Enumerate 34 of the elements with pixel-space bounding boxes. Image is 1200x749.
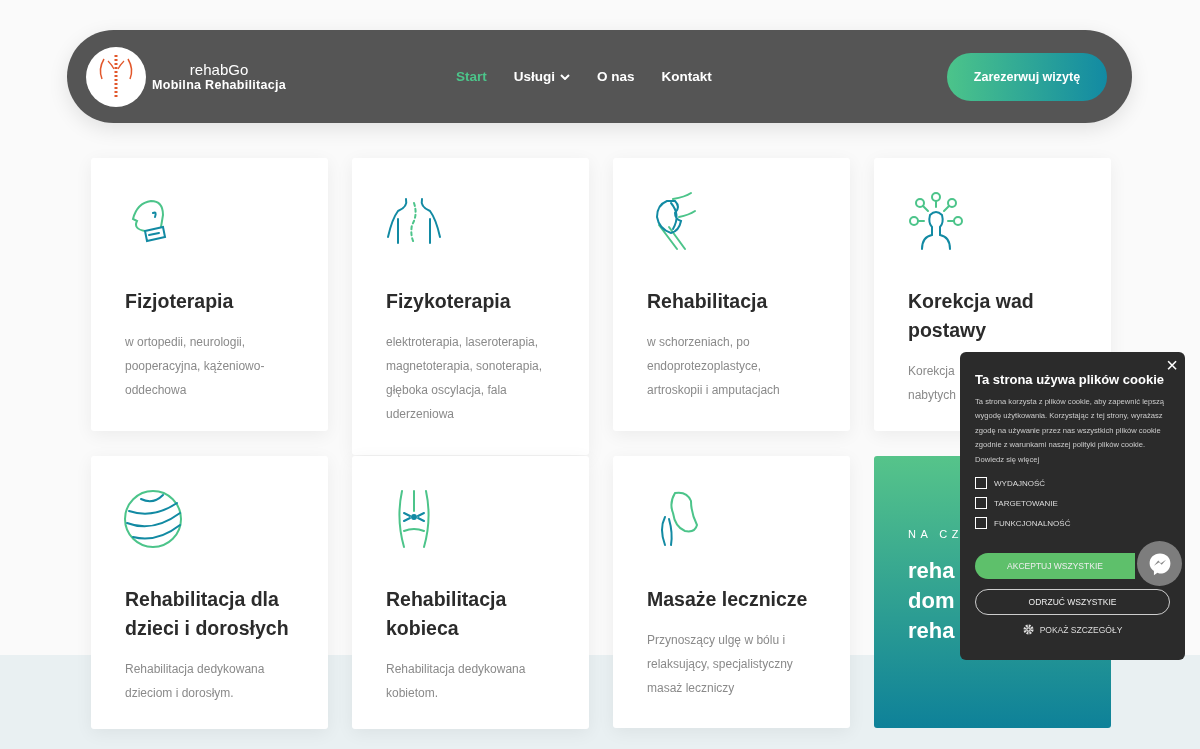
card-title: Korekcja wad postawy: [908, 289, 1034, 343]
card-description: elektroterapia, laseroterapia, magnetoterapia, sonoterapia, głęboka oscylacja, fala uderzeniowa: [386, 334, 543, 423]
checkbox[interactable]: [975, 517, 987, 530]
details-link[interactable]: POKAŻ SZCZEGÓŁY: [1039, 624, 1123, 635]
settings-icon: [1022, 624, 1034, 636]
checkbox-label: TARGETOWANIE: [994, 498, 1058, 508]
nav-link[interactable]: Kontakt: [661, 69, 712, 84]
card-description: Korekcja nabytych: [908, 363, 957, 404]
exercise-ball-icon: [123, 489, 183, 549]
card-title: Rehabilitacja kobieca: [386, 587, 507, 641]
brand-tagline: Mobilna Rehabilitacja: [152, 77, 287, 92]
promo-eyebrow: NA CZ: [908, 528, 963, 540]
checkbox[interactable]: [975, 477, 987, 490]
nav-link[interactable]: O nas: [597, 69, 635, 84]
cookie-title: Ta strona używa plików cookie: [975, 372, 1166, 387]
card-description: Rehabilitacja dedykowana dzieciom i dorosłym.: [125, 661, 265, 702]
nav-link[interactable]: Usługi: [513, 69, 571, 84]
card-title: Rehabilitacja dla dzieci i dorosłych: [125, 587, 289, 641]
checkbox[interactable]: [975, 497, 987, 510]
card-title: Rehabilitacja: [647, 289, 768, 314]
card-title: Fizykoterapia: [386, 289, 511, 314]
card-description: Przynoszący ulgę w bólu i relaksujący, specjalistyczny masaż leczniczy: [647, 632, 793, 697]
spine-logo-icon: [86, 46, 146, 107]
card-title: Masaże lecznicze: [647, 587, 808, 612]
checkbox-label: WYDAJNOŚĆ: [994, 478, 1046, 488]
card-description: w ortopedii, neurologii, pooperacyjna, kążeniowo- oddechowa: [125, 334, 265, 399]
card-description: w schorzeniach, po endoprotezoplastyce, artroskopii i amputacjach: [647, 334, 780, 399]
card-title: Fizjoterapia: [125, 289, 234, 314]
card-description: Rehabilitacja dedykowana kobietom.: [386, 661, 526, 702]
person-nodes-icon: [906, 191, 966, 251]
promo-title: reha dom reha: [908, 557, 955, 645]
checkbox-label: FUNKCJONALNOŚĆ: [994, 518, 1071, 528]
brand-name: rehabGo: [189, 61, 249, 78]
close-button[interactable]: ×: [1166, 355, 1178, 375]
